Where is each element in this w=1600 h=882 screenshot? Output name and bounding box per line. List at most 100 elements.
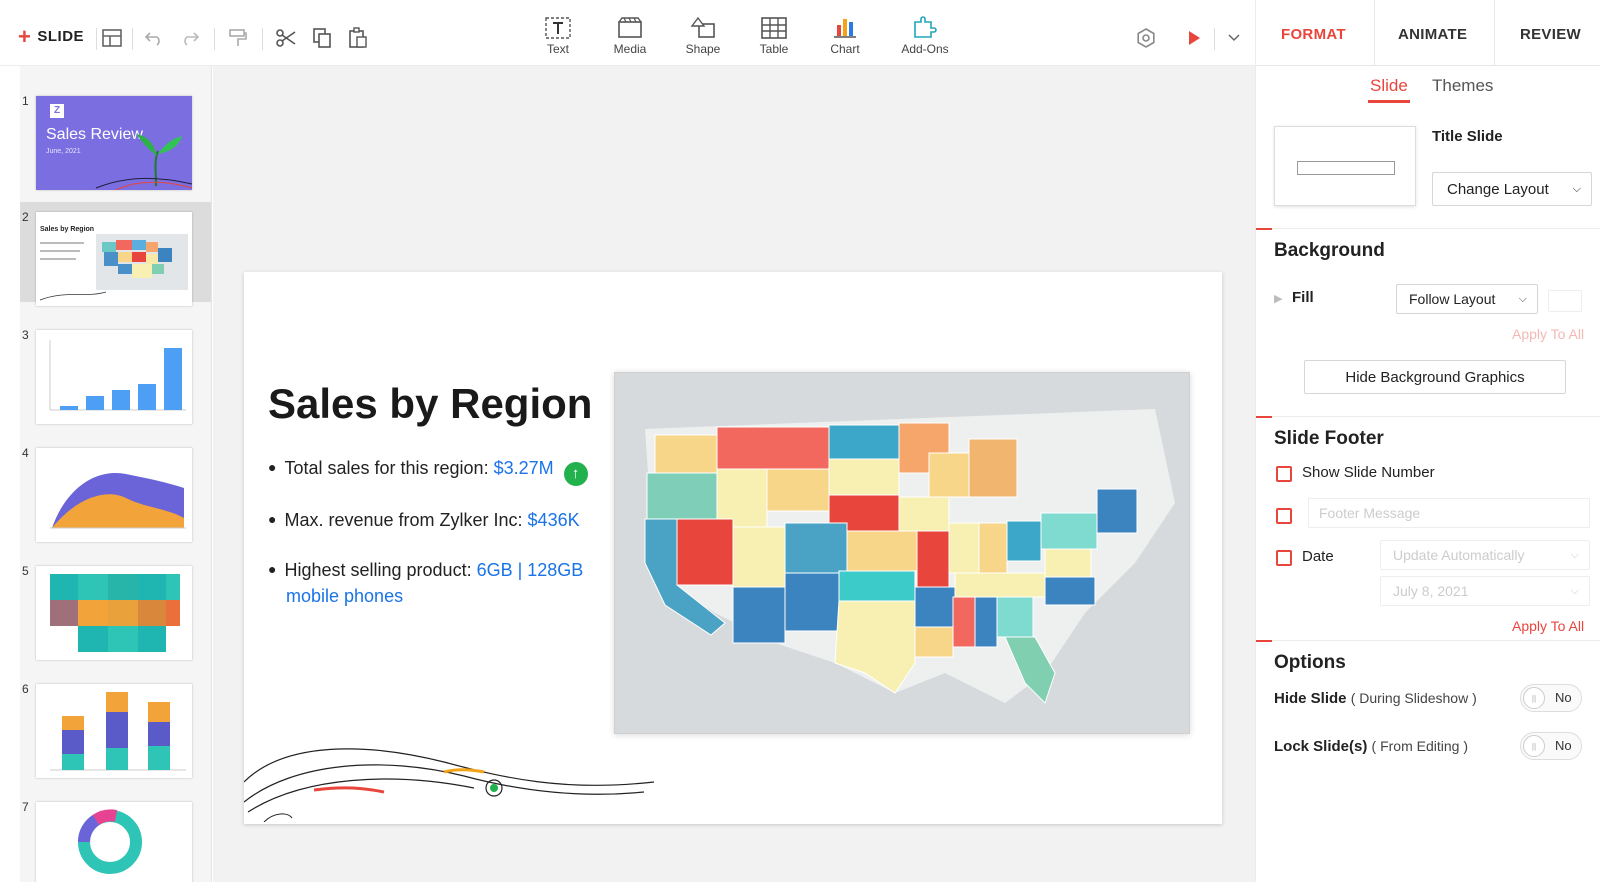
- date-value-select[interactable]: July 8, 2021 ⌵: [1380, 576, 1590, 606]
- insert-add-ons-button[interactable]: Add-Ons: [895, 16, 955, 56]
- insert-media-button[interactable]: Media: [600, 16, 660, 56]
- footer-message-input[interactable]: Footer Message: [1308, 498, 1590, 528]
- cut-icon[interactable]: [274, 26, 298, 50]
- date-checkbox[interactable]: [1276, 550, 1292, 566]
- redo-icon[interactable]: [178, 26, 202, 50]
- bullet-value: $3.27M: [493, 458, 554, 478]
- current-slide[interactable]: Sales by Region ● Total sales for this re…: [244, 272, 1222, 824]
- toggle-knob: ||: [1523, 687, 1545, 709]
- background-section-title: Background: [1274, 240, 1385, 261]
- fill-color-picker[interactable]: [1548, 290, 1582, 312]
- insert-chart-label: Chart: [830, 42, 860, 56]
- toggle-state: No: [1555, 690, 1572, 705]
- insert-text-button[interactable]: Text: [528, 16, 588, 56]
- slide-menu[interactable]: + SLIDE: [18, 25, 85, 47]
- decorative-swirl-graphic: [244, 748, 655, 822]
- layout-title-placeholder: [1297, 161, 1395, 175]
- insert-add-ons-label: Add-Ons: [901, 42, 949, 56]
- bullet-top-product[interactable]: ● Highest selling product: 6GB | 128GB mo…: [268, 556, 588, 609]
- slide-preview[interactable]: [36, 684, 192, 778]
- show-slide-number-checkbox[interactable]: [1276, 466, 1292, 482]
- hide-slide-toggle[interactable]: || No: [1520, 684, 1582, 712]
- settings-icon[interactable]: [1134, 26, 1158, 50]
- thumb-donut-chart: [77, 809, 142, 874]
- chevron-down-icon[interactable]: [1222, 26, 1246, 50]
- media-icon: [618, 17, 642, 38]
- slide-menu-label: SLIDE: [37, 28, 85, 45]
- fill-select[interactable]: Follow Layout ⌵: [1396, 284, 1538, 314]
- slide-thumbnail-3[interactable]: 3: [20, 320, 211, 424]
- subtab-themes[interactable]: Themes: [1432, 76, 1493, 96]
- options-section-title: Options: [1274, 652, 1346, 673]
- slide-preview[interactable]: [36, 330, 192, 424]
- footer-message-checkbox[interactable]: [1276, 508, 1292, 524]
- toggle-knob: ||: [1523, 735, 1545, 757]
- lock-slide-toggle[interactable]: || No: [1520, 732, 1582, 760]
- slide-thumbnail-2[interactable]: 2 Sales by Region: [20, 202, 211, 306]
- thumb-area-chart: [50, 472, 186, 529]
- copy-icon[interactable]: [310, 26, 334, 50]
- lock-slide-label: Lock Slide(s) ( From Editing ): [1274, 738, 1468, 755]
- table-icon: [761, 17, 787, 39]
- fill-select-value: Follow Layout: [1409, 291, 1496, 307]
- slide-preview[interactable]: Z Sales Review June, 2021: [36, 96, 192, 190]
- slide-thumbnail-4[interactable]: 4: [20, 438, 211, 542]
- slide-thumbnail-1[interactable]: 1 Z Sales Review June, 2021: [20, 86, 211, 190]
- apply-to-all-background-link[interactable]: Apply To All: [1512, 326, 1584, 342]
- apply-to-all-footer-link[interactable]: Apply To All: [1512, 618, 1584, 634]
- section-marker: [1256, 228, 1272, 230]
- thumb-heatmap: [50, 574, 180, 652]
- tab-divider: [1494, 0, 1495, 66]
- layout-icon[interactable]: [100, 26, 124, 50]
- bullet-max-revenue[interactable]: ● Max. revenue from Zylker Inc: $436K: [268, 506, 580, 533]
- hide-slide-subtext: ( During Slideshow ): [1350, 690, 1477, 706]
- undo-icon[interactable]: [142, 26, 166, 50]
- add-slide-icon[interactable]: +: [18, 25, 31, 47]
- slide-number: 4: [22, 446, 29, 460]
- insert-table-label: Table: [759, 42, 789, 56]
- bullet-total-sales[interactable]: ● Total sales for this region: $3.27M ↑: [268, 454, 588, 486]
- lock-slide-text: Lock Slide(s): [1274, 738, 1368, 755]
- slide-thumbnail-5[interactable]: 5: [20, 556, 211, 660]
- thumb-stacked-bar-chart: [50, 692, 186, 771]
- bullet-dot: ●: [268, 511, 277, 527]
- slide-thumbnail-6[interactable]: 6: [20, 674, 211, 778]
- date-value: July 8, 2021: [1393, 583, 1469, 599]
- change-layout-button[interactable]: Change Layout ⌵: [1432, 172, 1592, 206]
- slide-preview[interactable]: [36, 448, 192, 542]
- lock-slide-subtext: ( From Editing ): [1371, 738, 1468, 754]
- paste-icon[interactable]: [346, 26, 370, 50]
- slide-number: 7: [22, 800, 29, 814]
- slide-preview[interactable]: Sales by Region: [36, 212, 192, 306]
- format-painter-icon[interactable]: [226, 26, 250, 50]
- slide-thumbnail-7[interactable]: 7: [20, 792, 211, 882]
- play-slideshow-icon[interactable]: [1182, 26, 1206, 50]
- date-mode-select[interactable]: Update Automatically ⌵: [1380, 540, 1590, 570]
- tab-divider: [1374, 0, 1375, 66]
- insert-table-button[interactable]: Table: [744, 16, 804, 56]
- show-slide-number-label: Show Slide Number: [1302, 464, 1435, 481]
- hide-slide-text: Hide Slide: [1274, 690, 1347, 707]
- hide-background-graphics-button[interactable]: Hide Background Graphics: [1304, 360, 1566, 394]
- thumb-content: [39, 234, 188, 301]
- text-icon: [545, 17, 571, 39]
- insert-shape-button[interactable]: Shape: [673, 16, 733, 56]
- slide-preview[interactable]: [36, 802, 192, 882]
- tab-animate[interactable]: ANIMATE: [1398, 26, 1467, 43]
- chevron-down-icon: ⌵: [1572, 182, 1581, 195]
- expand-arrow-icon[interactable]: ▶: [1274, 292, 1282, 305]
- insert-chart-button[interactable]: Chart: [815, 16, 875, 56]
- tab-format[interactable]: FORMAT: [1281, 26, 1346, 43]
- slide-preview[interactable]: [36, 566, 192, 660]
- subtab-slide[interactable]: Slide: [1370, 76, 1408, 96]
- thumb-bar-chart: [49, 340, 186, 411]
- layout-preview[interactable]: [1274, 126, 1416, 206]
- section-divider: [1272, 640, 1600, 641]
- bullet-value: $436K: [527, 510, 580, 530]
- main-toolbar: + SLIDE Text Media Shape Table Chart Add…: [0, 0, 1255, 66]
- tab-review[interactable]: REVIEW: [1520, 26, 1581, 43]
- section-divider: [1272, 228, 1600, 229]
- arrow-up-icon: ↑: [563, 462, 588, 486]
- us-map-image[interactable]: [614, 372, 1190, 734]
- slide-title[interactable]: Sales by Region: [268, 380, 592, 428]
